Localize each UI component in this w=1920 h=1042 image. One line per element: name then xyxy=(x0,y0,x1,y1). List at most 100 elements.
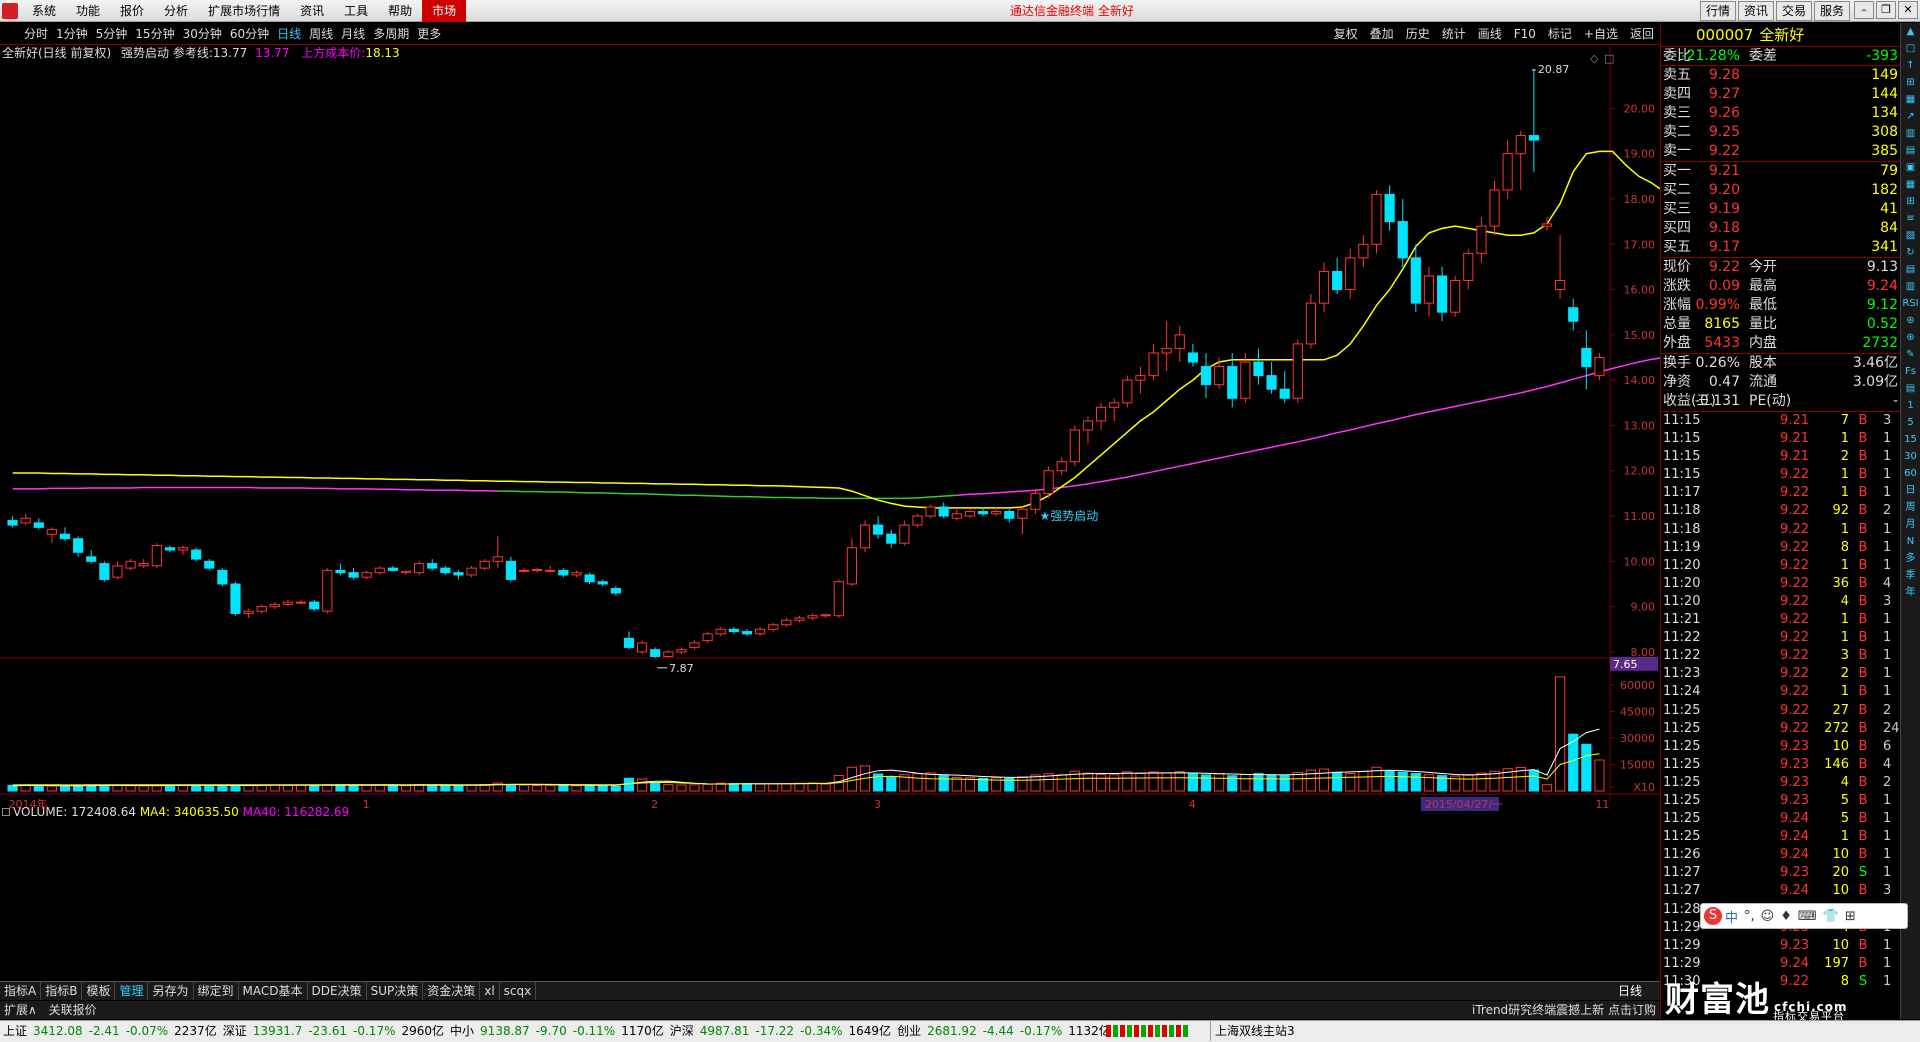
period-tab[interactable]: 60分钟 xyxy=(226,23,273,45)
chart-tool-button[interactable]: 复权 xyxy=(1328,23,1364,45)
square-icon[interactable]: □ xyxy=(1604,52,1614,65)
side-tool-icon[interactable]: Fs xyxy=(1901,363,1920,380)
ime-tools-icon[interactable]: ⊞ xyxy=(1842,909,1859,924)
period-tab[interactable]: 月线 xyxy=(337,23,369,45)
side-tool-icon[interactable]: ⊛ xyxy=(1901,312,1920,329)
indicator-tab[interactable]: xl xyxy=(480,982,500,1000)
ime-voice-icon[interactable]: ♦ xyxy=(1777,909,1795,924)
chart-tool-button[interactable]: +自选 xyxy=(1578,23,1624,45)
side-tool-icon[interactable]: 月 xyxy=(1901,516,1920,533)
period-tab[interactable]: 分时 xyxy=(20,23,52,45)
chart-tool-button[interactable]: 标记 xyxy=(1542,23,1578,45)
indicator-tab[interactable]: 管理 xyxy=(115,982,149,1000)
side-tool-icon[interactable]: ⊞ xyxy=(1901,74,1920,91)
side-tool-icon[interactable]: 年 xyxy=(1901,584,1920,601)
top-button[interactable]: 服务 xyxy=(1813,1,1850,21)
top-button[interactable]: 行情 xyxy=(1699,1,1736,21)
minimize-icon[interactable]: – xyxy=(1854,1,1874,19)
indicator-tab[interactable]: SUP决策 xyxy=(367,982,424,1000)
menu-item[interactable]: 帮助 xyxy=(378,0,422,22)
ime-skin-icon[interactable]: 👕 xyxy=(1820,909,1842,924)
side-tool-icon[interactable]: ▤ xyxy=(1901,261,1920,278)
indicator-tab[interactable]: MACD基本 xyxy=(239,982,308,1000)
restore-icon[interactable]: ❐ xyxy=(1876,1,1896,19)
side-tool-icon[interactable]: 60 xyxy=(1901,465,1920,482)
side-tool-icon[interactable]: N xyxy=(1901,533,1920,550)
side-tool-icon[interactable]: ▤ xyxy=(1901,142,1920,159)
side-tool-icon[interactable]: 1 xyxy=(1901,397,1920,414)
chart-tool-button[interactable]: 统计 xyxy=(1436,23,1472,45)
side-tool-icon[interactable]: ▲ xyxy=(1901,23,1920,40)
index-name[interactable]: 深证 xyxy=(220,1021,250,1041)
index-name[interactable]: 上证 xyxy=(0,1021,30,1041)
diamond-icon[interactable]: ◇ xyxy=(1590,52,1599,65)
side-tool-icon[interactable]: ↑ xyxy=(1901,57,1920,74)
menu-item[interactable]: 功能 xyxy=(66,0,110,22)
news-ticker[interactable]: iTrend研究终端震撼上新 点击订购 xyxy=(1468,1001,1660,1019)
indicator-tab[interactable]: 模板 xyxy=(82,982,116,1000)
side-tool-icon[interactable]: ▧ xyxy=(1901,227,1920,244)
side-tool-icon[interactable]: 日 xyxy=(1901,482,1920,499)
menu-item[interactable]: 工具 xyxy=(334,0,378,22)
chart-tool-button[interactable]: 返回 xyxy=(1624,23,1660,45)
indicator-tab[interactable]: 指标B xyxy=(41,982,83,1000)
side-tool-icon[interactable]: ▥ xyxy=(1901,278,1920,295)
side-tool-icon[interactable]: ↗ xyxy=(1901,108,1920,125)
top-button[interactable]: 交易 xyxy=(1775,1,1812,21)
indicator-tab[interactable]: 绑定到 xyxy=(194,982,239,1000)
period-tab[interactable]: 多周期 xyxy=(369,23,413,45)
chart-tool-button[interactable]: 历史 xyxy=(1400,23,1436,45)
side-tool-icon[interactable]: ▦ xyxy=(1901,176,1920,193)
period-tab[interactable]: 更多 xyxy=(413,23,445,45)
menu-item[interactable]: 市场 xyxy=(422,0,467,22)
side-tool-icon[interactable]: 周 xyxy=(1901,499,1920,516)
indicator-tab[interactable]: 资金决策 xyxy=(423,982,481,1000)
side-tool-icon[interactable]: ▣ xyxy=(1901,159,1920,176)
side-tool-icon[interactable]: 5 xyxy=(1901,414,1920,431)
period-tab[interactable]: 1分钟 xyxy=(52,23,92,45)
chart-tool-button[interactable]: 画线 xyxy=(1472,23,1508,45)
side-tool-icon[interactable]: □ xyxy=(1901,40,1920,57)
period-tab[interactable]: 周线 xyxy=(305,23,337,45)
close-icon[interactable]: ✕ xyxy=(1898,1,1918,19)
side-tool-icon[interactable]: ▦ xyxy=(1901,91,1920,108)
side-tool-icon[interactable]: 季 xyxy=(1901,567,1920,584)
ime-emoji-icon[interactable]: ☺ xyxy=(1758,909,1778,924)
period-tab[interactable]: 日线 xyxy=(273,23,305,45)
menu-item[interactable]: 资讯 xyxy=(290,0,334,22)
side-tool-icon[interactable]: ✎ xyxy=(1901,346,1920,363)
ime-keyboard-icon[interactable]: ⌨ xyxy=(1795,909,1820,924)
side-tool-icon[interactable]: RSI xyxy=(1901,295,1920,312)
menu-item[interactable]: 分析 xyxy=(154,0,198,22)
period-tab[interactable]: 5分钟 xyxy=(92,23,132,45)
side-tool-icon[interactable]: 30 xyxy=(1901,448,1920,465)
side-tool-icon[interactable]: 多 xyxy=(1901,550,1920,567)
side-tool-icon[interactable]: ≡ xyxy=(1901,210,1920,227)
ime-toolbar[interactable]: S 中 °, ☺ ♦ ⌨ 👕 ⊞ xyxy=(1700,903,1908,929)
indicator-tab[interactable]: 另存为 xyxy=(148,982,194,1000)
menu-item[interactable]: 系统 xyxy=(22,0,66,22)
side-tool-icon[interactable]: ↻ xyxy=(1901,244,1920,261)
chart-tool-button[interactable]: F10 xyxy=(1508,23,1542,45)
period-tab[interactable]: 15分钟 xyxy=(131,23,178,45)
index-name[interactable]: 中小 xyxy=(447,1021,477,1041)
related-quote[interactable]: 关联报价 xyxy=(45,1003,101,1017)
index-name[interactable]: 沪深 xyxy=(667,1021,697,1041)
ime-punct[interactable]: °, xyxy=(1741,909,1758,924)
indicator-tab[interactable]: 指标A xyxy=(0,982,42,1000)
index-name[interactable]: 创业 xyxy=(894,1021,924,1041)
indicator-tab[interactable]: DDE决策 xyxy=(308,982,367,1000)
side-tool-icon[interactable]: ⊞ xyxy=(1901,193,1920,210)
side-tool-icon[interactable]: ▤ xyxy=(1901,380,1920,397)
side-tool-icon[interactable]: 15 xyxy=(1901,431,1920,448)
side-tool-icon[interactable]: ⊕ xyxy=(1901,329,1920,346)
kline-chart[interactable]: 20.0019.0018.0017.0016.0015.0014.0013.00… xyxy=(0,46,1660,976)
chart-tool-button[interactable]: 叠加 xyxy=(1364,23,1400,45)
period-tab[interactable]: 30分钟 xyxy=(179,23,226,45)
top-button[interactable]: 资讯 xyxy=(1737,1,1774,21)
menu-item[interactable]: 扩展市场行情 xyxy=(198,0,290,22)
ime-mode[interactable]: 中 xyxy=(1722,907,1741,926)
indicator-tab[interactable]: scqx xyxy=(500,982,537,1000)
side-tool-icon[interactable]: ▥ xyxy=(1901,125,1920,142)
menu-item[interactable]: 报价 xyxy=(110,0,154,22)
